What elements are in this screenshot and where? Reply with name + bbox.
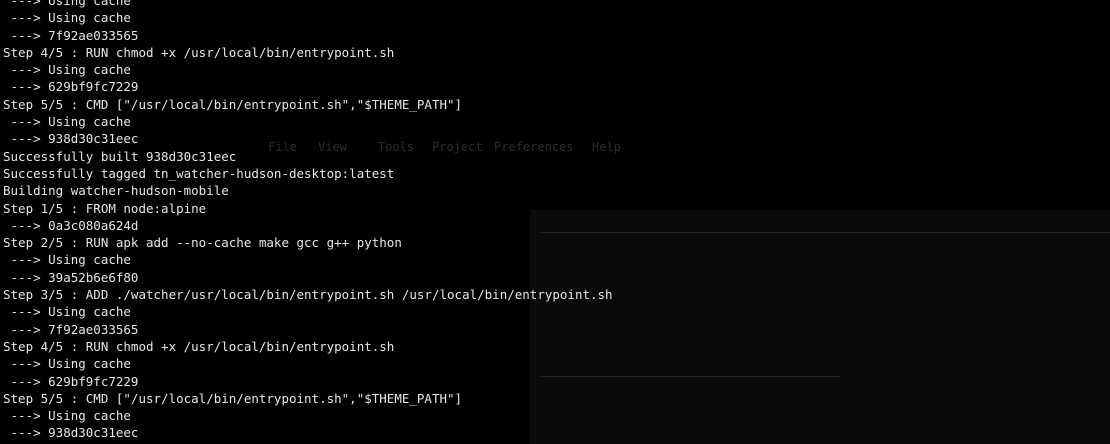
terminal-line: ---> Using cache — [3, 252, 131, 268]
terminal-line: Successfully tagged tn_watcher-hudson-de… — [3, 165, 395, 181]
terminal-line: Step 4/5 : RUN chmod +x /usr/local/bin/e… — [3, 338, 395, 354]
terminal-line: Step 1/5 : FROM node:alpine — [3, 200, 207, 216]
terminal-line: Step 5/5 : CMD ["/usr/local/bin/entrypoi… — [3, 96, 463, 112]
terminal-line: ---> 7f92ae033565 — [3, 27, 139, 43]
terminal-window[interactable]: File View Tools Project Preferences Help… — [0, 0, 1110, 444]
terminal-line: ---> Using cache — [3, 10, 131, 26]
terminal-line: ---> Using cache — [3, 304, 131, 320]
terminal-line: ---> 7f92ae033565 — [3, 321, 139, 337]
terminal-line: ---> 938d30c31eec — [3, 131, 139, 147]
ghost-divider — [540, 232, 1110, 233]
terminal-line: ---> 629bf9fc7229 — [3, 373, 139, 389]
terminal-line: Step 4/5 : RUN chmod +x /usr/local/bin/e… — [3, 44, 395, 60]
terminal-output: ---> Using cache ---> Using cache ---> 7… — [3, 0, 613, 444]
terminal-line: ---> 0a3c080a624d — [3, 217, 139, 233]
terminal-line: ---> Using cache — [3, 0, 131, 8]
terminal-line: ---> Using cache — [3, 114, 131, 130]
terminal-line: Step 5/5 : CMD ["/usr/local/bin/entrypoi… — [3, 390, 463, 406]
terminal-line: ---> Using cache — [3, 62, 131, 78]
terminal-line: Step 3/5 : ADD ./watcher/usr/local/bin/e… — [3, 287, 613, 303]
terminal-line: ---> 938d30c31eec — [3, 425, 139, 441]
terminal-line: Step 2/5 : RUN apk add --no-cache make g… — [3, 235, 402, 251]
terminal-line: ---> 39a52b6e6f80 — [3, 269, 139, 285]
terminal-line: ---> Using cache — [3, 356, 131, 372]
ghost-editor-panel — [530, 210, 1110, 444]
terminal-line: ---> 629bf9fc7229 — [3, 79, 139, 95]
terminal-line: Successfully built 938d30c31eec — [3, 148, 237, 164]
terminal-line: ---> Using cache — [3, 408, 131, 424]
terminal-line: Building watcher-hudson-mobile — [3, 183, 229, 199]
